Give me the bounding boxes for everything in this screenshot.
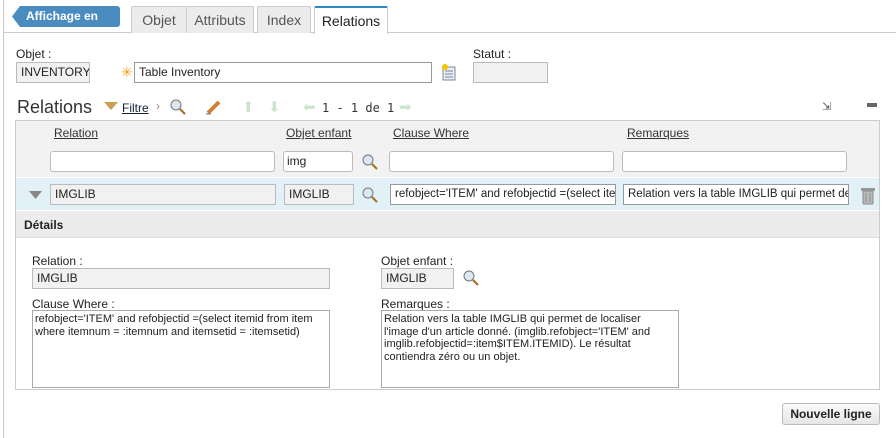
download-icon[interactable]: ⇲ (822, 100, 831, 113)
filter-clause-input[interactable] (389, 151, 614, 172)
next-page-icon: ➡ (399, 99, 412, 116)
trash-icon[interactable] (860, 186, 876, 205)
row-objet-enfant-field[interactable]: IMGLIB (284, 184, 354, 205)
tab-objet[interactable]: Objet (131, 6, 187, 33)
detail-remarques-textarea[interactable]: Relation vers la table IMGLIB qui permet… (381, 310, 679, 388)
detail-objet-enfant-label: Objet enfant : (381, 254, 454, 268)
clear-filter-icon[interactable] (205, 99, 221, 115)
statut-field[interactable] (473, 62, 548, 83)
col-clause-where[interactable]: Clause Where (393, 126, 469, 140)
filter-remarques-input[interactable] (622, 151, 847, 172)
filter-icon[interactable] (104, 102, 118, 112)
filter-link[interactable]: Filtre (122, 101, 149, 115)
list-view-button[interactable]: Affichage en liste (12, 6, 120, 27)
filter-objet-enfant-input[interactable]: img (283, 151, 353, 172)
objet-label: Objet : (16, 47, 52, 61)
filter-lookup-icon[interactable] (362, 154, 378, 170)
detail-remarques-label: Remarques : (381, 297, 450, 311)
details-header (16, 211, 879, 238)
details-title: Détails (24, 218, 64, 232)
detail-clause-label: Clause Where : (32, 297, 115, 311)
relations-title: Relations (17, 97, 93, 117)
col-objet-enfant[interactable]: Objet enfant (286, 126, 351, 140)
previous-page-icon: ⬅ (303, 99, 316, 116)
collapse-icon[interactable] (867, 103, 877, 107)
collapse-row-icon[interactable] (29, 191, 42, 199)
statut-label: Statut : (473, 47, 512, 61)
pagination-text: 1 - 1 de 1 (322, 101, 395, 115)
detail-objet-enfant-field[interactable]: IMGLIB (381, 268, 454, 289)
objet-field[interactable]: INVENTORY (16, 62, 90, 83)
arrow-up-icon: ⬆ (242, 99, 255, 116)
detail-relation-label: Relation : (32, 254, 83, 268)
description-field[interactable]: Table Inventory (134, 62, 432, 83)
col-relation[interactable]: Relation (54, 126, 98, 140)
search-icon[interactable] (170, 99, 186, 115)
detail-lookup-icon[interactable] (463, 270, 479, 286)
tab-index[interactable]: Index (257, 6, 311, 33)
new-row-button[interactable]: Nouvelle ligne (782, 403, 880, 425)
required-asterisk-icon: ✳ (121, 64, 133, 80)
row-remarques-field[interactable]: Relation vers la table IMGLIB qui permet… (623, 184, 849, 205)
row-relation-field[interactable]: IMGLIB (50, 184, 276, 205)
left-border (3, 0, 4, 438)
detail-clause-textarea[interactable]: refobject='ITEM' and refobjectid =(selec… (32, 310, 330, 388)
col-remarques[interactable]: Remarques (627, 126, 689, 140)
tab-attributs[interactable]: Attributs (186, 6, 254, 33)
arrow-down-icon: ⬇ (268, 99, 281, 116)
long-description-icon[interactable] (441, 63, 457, 81)
tab-relations[interactable]: Relations (314, 6, 388, 34)
filter-relation-input[interactable] (50, 151, 275, 172)
detail-relation-field[interactable]: IMGLIB (32, 268, 330, 289)
chevron-right-icon: › (156, 99, 160, 113)
row-lookup-icon[interactable] (362, 187, 378, 203)
row-clause-field[interactable]: refobject='ITEM' and refobjectid =(selec… (390, 184, 616, 205)
